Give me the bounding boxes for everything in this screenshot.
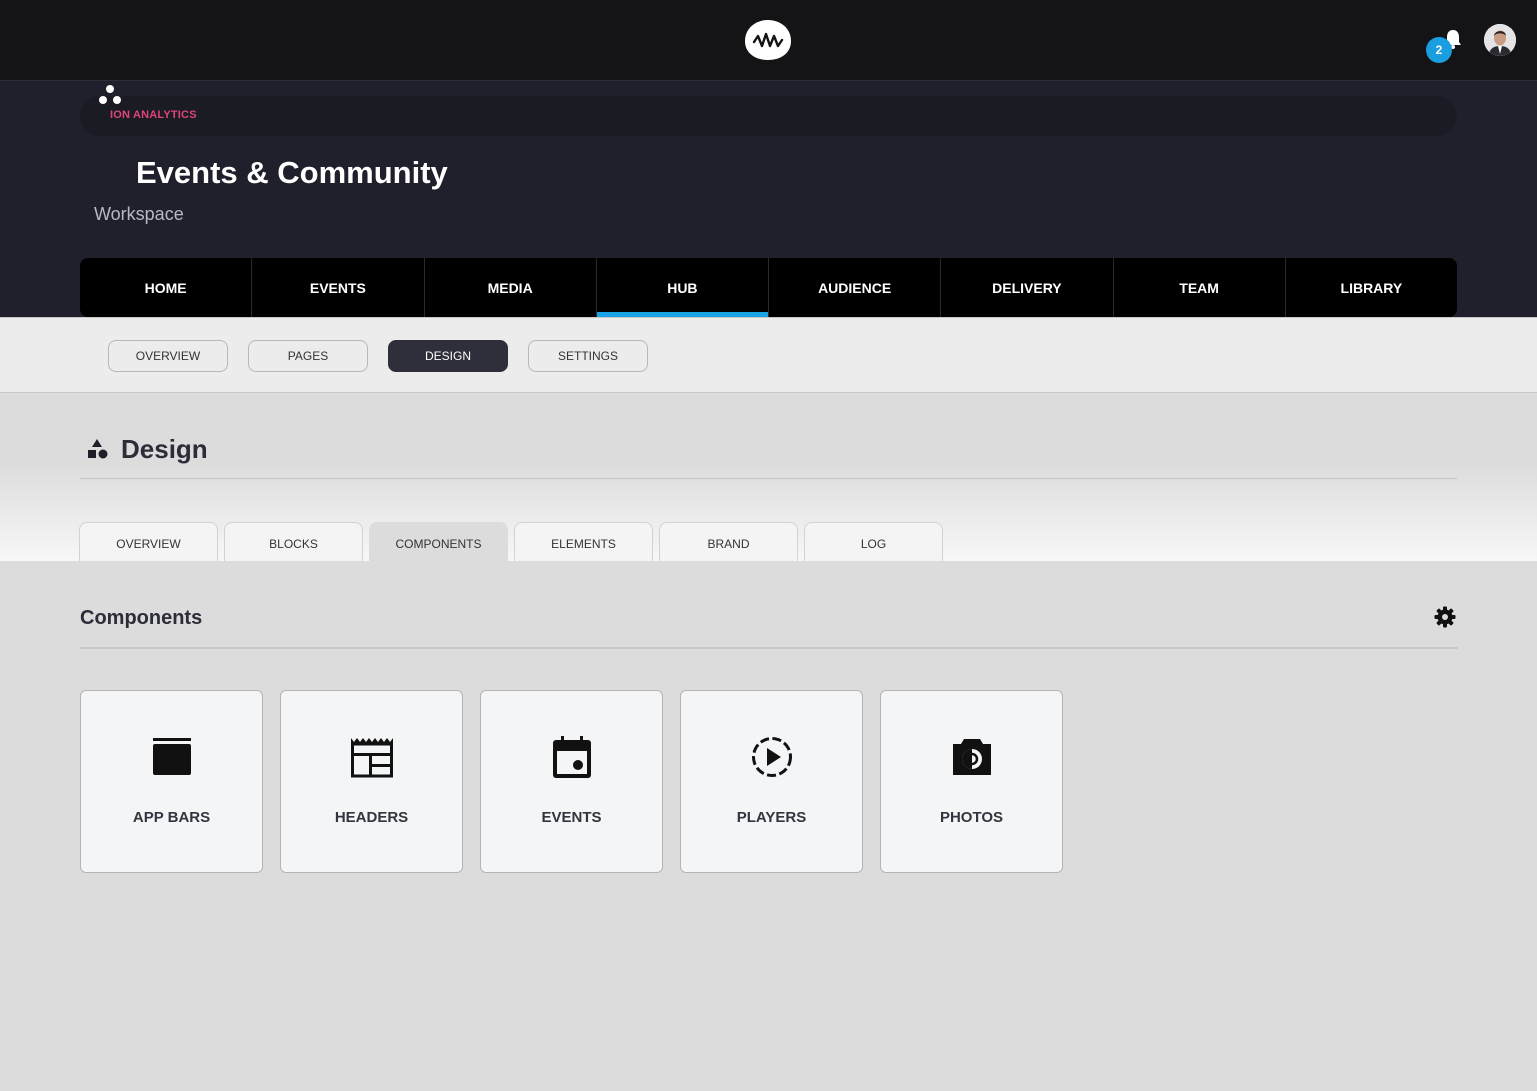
card-label: APP BARS [132,809,211,826]
nav-item-hub[interactable]: HUB [596,258,769,317]
gear-icon[interactable] [1434,606,1456,628]
nav-item-events[interactable]: EVENTS [252,258,425,317]
subnav-overview[interactable]: OVERVIEW [108,340,228,372]
waveform-logo-icon[interactable] [744,19,792,61]
nav-item-label: LIBRARY [1340,279,1403,296]
header-layout-icon [349,735,395,781]
nav-item-label: AUDIENCE [818,279,892,296]
user-avatar[interactable] [1484,24,1516,56]
top-bar: 2 [0,0,1537,81]
nav-item-label: EVENTS [309,279,366,296]
nav-item-label: DELIVERY [992,279,1062,296]
main-nav: HOME EVENTS MEDIA HUB AUDIENCE DELIVERY … [80,258,1457,317]
component-card-app-bars[interactable]: APP BARS [80,690,263,873]
tab-components[interactable]: COMPONENTS [369,522,508,561]
workspace-subtitle: Workspace [94,204,184,224]
component-card-headers[interactable]: HEADERS [280,690,463,873]
tab-elements[interactable]: ELEMENTS [514,522,653,561]
nav-item-home[interactable]: HOME [80,258,253,317]
subnav-pages[interactable]: PAGES [248,340,368,372]
breadcrumb: ION ANALYTICS [80,96,1457,136]
play-circle-icon [749,735,795,781]
card-label: HEADERS [334,809,409,826]
component-card-players[interactable]: PLAYERS [680,690,863,873]
tab-log[interactable]: LOG [804,522,943,561]
nav-item-audience[interactable]: AUDIENCE [769,258,942,317]
hub-sub-nav: OVERVIEW PAGES DESIGN SETTINGS [0,317,1537,393]
components-title: Components [80,607,203,629]
tab-overview[interactable]: OVERVIEW [79,522,218,561]
shapes-icon [87,438,109,460]
design-section: Design OVERVIEW BLOCKS COMPONENTS ELEMEN… [0,393,1537,561]
nav-item-library[interactable]: LIBRARY [1286,258,1457,317]
community-dots-icon [98,84,122,106]
nav-item-label: TEAM [1179,279,1219,296]
nav-item-team[interactable]: TEAM [1114,258,1286,317]
subnav-settings[interactable]: SETTINGS [528,340,648,372]
design-title: Design [121,434,208,464]
notification-count-badge: 2 [1426,37,1452,63]
card-label: PHOTOS [939,809,1004,826]
camera-icon [949,735,995,781]
divider [80,478,1457,479]
notifications[interactable]: 2 [1426,26,1466,66]
breadcrumb-org[interactable]: ION ANALYTICS [110,109,197,121]
subnav-design[interactable]: DESIGN [388,340,508,372]
calendar-icon [549,735,595,781]
card-label: EVENTS [541,809,602,826]
component-card-photos[interactable]: PHOTOS [880,690,1063,873]
component-card-events[interactable]: EVENTS [480,690,663,873]
nav-item-label: HUB [667,279,698,296]
nav-item-media[interactable]: MEDIA [425,258,597,317]
divider [80,647,1458,649]
app-bar-icon [149,735,195,781]
card-label: PLAYERS [736,809,807,826]
workspace-title: Events & Community [136,155,448,190]
nav-item-label: HOME [144,279,187,296]
nav-item-delivery[interactable]: DELIVERY [941,258,1114,317]
tab-brand[interactable]: BRAND [659,522,798,561]
tab-blocks[interactable]: BLOCKS [224,522,363,561]
nav-item-label: MEDIA [487,279,533,296]
